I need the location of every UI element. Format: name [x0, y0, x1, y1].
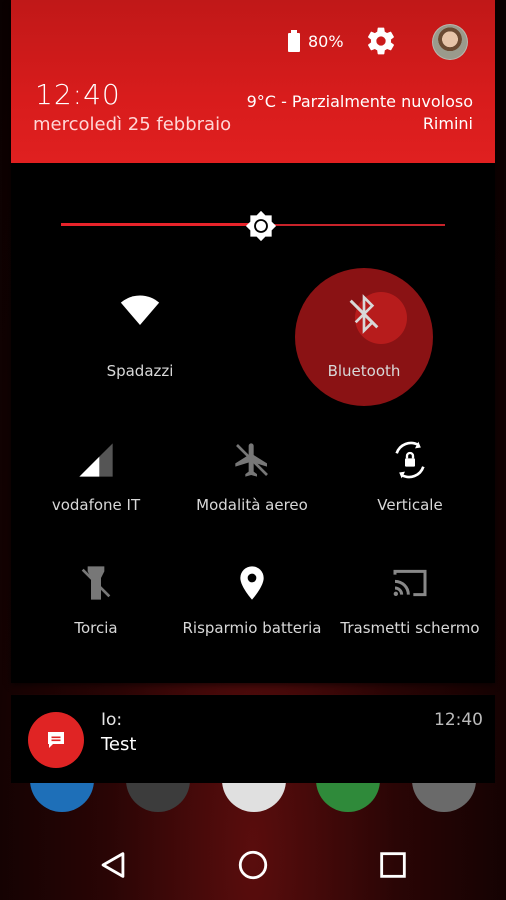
bluetooth-disabled-icon	[349, 294, 379, 334]
date[interactable]: mercoledì 25 febbraio	[33, 114, 231, 135]
notification-app-icon	[28, 712, 84, 768]
notification-time: 12:40	[434, 710, 483, 730]
cast-screen-icon	[393, 569, 427, 597]
brightness-slider-fill	[61, 223, 261, 226]
brightness-slider-track	[261, 224, 445, 226]
recents-icon[interactable]	[376, 848, 410, 882]
back-icon[interactable]	[96, 848, 130, 882]
navigation-bar	[0, 826, 506, 900]
brightness-icon[interactable]	[245, 210, 277, 242]
wifi-icon	[120, 295, 160, 325]
home-icon[interactable]	[236, 848, 270, 882]
location-icon	[240, 566, 264, 600]
weather-text: 9°C - Parzialmente nuvoloso	[246, 92, 473, 111]
tile-cellular[interactable]: vodafone IT	[31, 440, 161, 530]
tile-airplane-mode[interactable]: Modalità aereo	[187, 440, 317, 530]
clock[interactable]: 12:40	[35, 78, 121, 111]
tile-label: Bluetooth	[327, 362, 401, 380]
tile-label: Risparmio batteria	[182, 619, 322, 637]
notification-message: Test	[101, 734, 137, 755]
airplane-mode-icon	[235, 443, 268, 477]
tile-battery-saver[interactable]: Risparmio batteria	[183, 563, 321, 653]
cellular-signal-icon	[79, 443, 113, 477]
notification-card[interactable]: Io: Test 12:40	[11, 695, 495, 783]
brightness-slider[interactable]	[61, 210, 445, 242]
tile-flashlight[interactable]: Torcia	[31, 563, 161, 653]
tile-cast-screen[interactable]: Trasmetti schermo	[340, 563, 480, 653]
message-icon	[48, 732, 64, 748]
battery-icon	[288, 30, 300, 52]
flashlight-off-icon	[81, 566, 111, 600]
quick-settings-panel: 80% 12:40 mercoledì 25 febbraio 9°C - Pa…	[11, 0, 495, 683]
tile-label: vodafone IT	[51, 496, 141, 514]
tile-label: Modalità aereo	[196, 496, 308, 514]
auto-rotate-locked-icon	[395, 441, 425, 479]
tile-label: Spadazzi	[106, 362, 174, 380]
battery-percentage: 80%	[308, 32, 344, 51]
tile-label: Verticale	[377, 496, 443, 514]
tile-label: Trasmetti schermo	[340, 619, 480, 637]
tile-bluetooth[interactable]: Bluetooth	[299, 290, 429, 390]
notification-sender: Io:	[101, 710, 123, 730]
tile-wifi[interactable]: Spadazzi	[75, 290, 205, 390]
weather-location: Rimini	[422, 114, 473, 133]
settings-gear-icon[interactable]	[365, 25, 397, 57]
tile-label: Torcia	[74, 619, 118, 637]
tile-rotation[interactable]: Verticale	[345, 440, 475, 530]
quick-settings-header: 80% 12:40 mercoledì 25 febbraio 9°C - Pa…	[11, 0, 495, 163]
user-avatar[interactable]	[432, 24, 468, 60]
